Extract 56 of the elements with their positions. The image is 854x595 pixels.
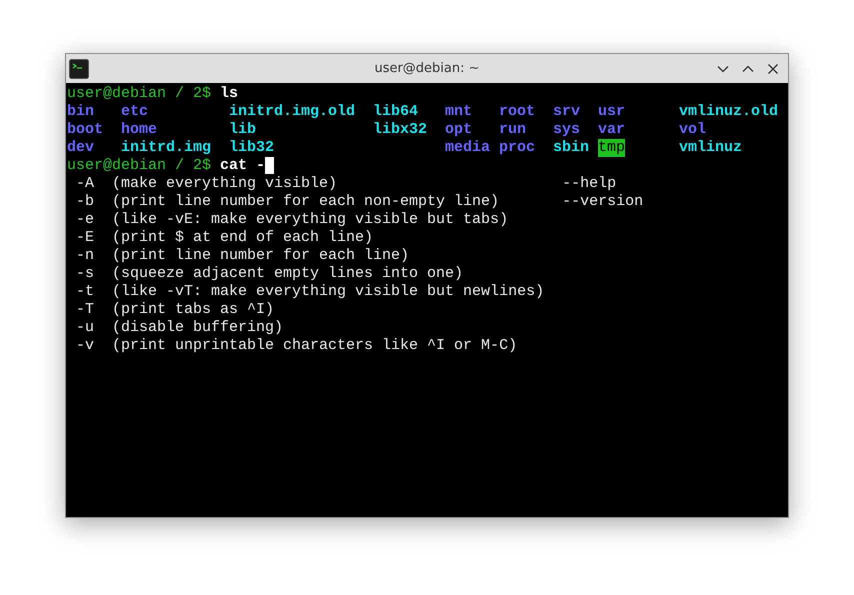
file-name: initrd.img.old — [229, 103, 356, 121]
option-description: (make everything visible) — [112, 175, 338, 193]
terminal-icon — [69, 58, 89, 78]
option-name: -e — [76, 211, 96, 229]
long-option: --version — [562, 193, 644, 210]
file-name: opt — [445, 121, 472, 139]
file-name: lib — [229, 121, 256, 139]
file-name: proc — [499, 139, 536, 157]
command-text: ls — [220, 85, 238, 103]
option-name: -b — [76, 193, 96, 211]
option-name: -E — [76, 229, 96, 247]
option-description: (print line number for each line) — [112, 247, 410, 265]
option-description: (print unprintable characters like ^I or M-C) — [112, 337, 518, 355]
file-name: run — [499, 121, 526, 139]
option-name: -T — [76, 301, 96, 319]
file-name: root — [499, 103, 536, 121]
file-name: lib32 — [229, 139, 274, 157]
file-name: boot — [67, 121, 104, 139]
file-name: bin — [67, 103, 94, 121]
file-name: vol — [679, 121, 706, 139]
option-name: -s — [76, 265, 96, 283]
shell-prompt: user@debian / 2$ — [67, 157, 212, 175]
option-description: (print line number for each non-empty line) — [112, 193, 500, 211]
close-icon[interactable] — [766, 62, 780, 76]
option-name: -t — [76, 283, 96, 301]
file-name: media — [445, 139, 490, 157]
window-title: user@debian: ~ — [374, 61, 480, 76]
file-name: var — [598, 121, 626, 139]
shell-prompt: user@debian / 2$ — [67, 85, 212, 103]
file-name: lib64 — [373, 103, 418, 121]
option-name: -A — [76, 175, 96, 193]
option-name: -n — [76, 247, 96, 265]
file-name: home — [121, 121, 158, 139]
file-name: srv — [553, 103, 580, 121]
option-description: (squeeze adjacent empty lines into one) — [112, 265, 464, 283]
file-name: usr — [598, 103, 626, 121]
file-name: vmlinuz.old — [679, 103, 778, 121]
text-cursor — [265, 157, 274, 174]
long-option: --help — [562, 175, 616, 192]
file-name: etc — [121, 103, 148, 121]
command-text: cat - — [220, 157, 266, 175]
option-description: (like -vT: make everything visible but newlines) — [112, 283, 546, 301]
file-name: sys — [553, 121, 580, 139]
file-name: mnt — [445, 103, 472, 121]
file-name: dev — [67, 139, 94, 157]
option-description: (like -vE: make everything visible but tabs) — [112, 211, 510, 229]
file-name: sbin — [553, 139, 590, 157]
file-name: initrd.img — [121, 139, 212, 157]
option-name: -v — [76, 337, 96, 355]
file-name: tmp — [598, 139, 626, 157]
option-name: -u — [76, 319, 96, 337]
option-description: (disable buffering) — [112, 319, 284, 337]
file-name: libx32 — [373, 121, 428, 139]
file-name: vmlinuz — [679, 139, 742, 157]
option-description: (print $ at end of each line) — [112, 229, 374, 247]
option-description: (print tabs as ^I) — [112, 301, 276, 319]
